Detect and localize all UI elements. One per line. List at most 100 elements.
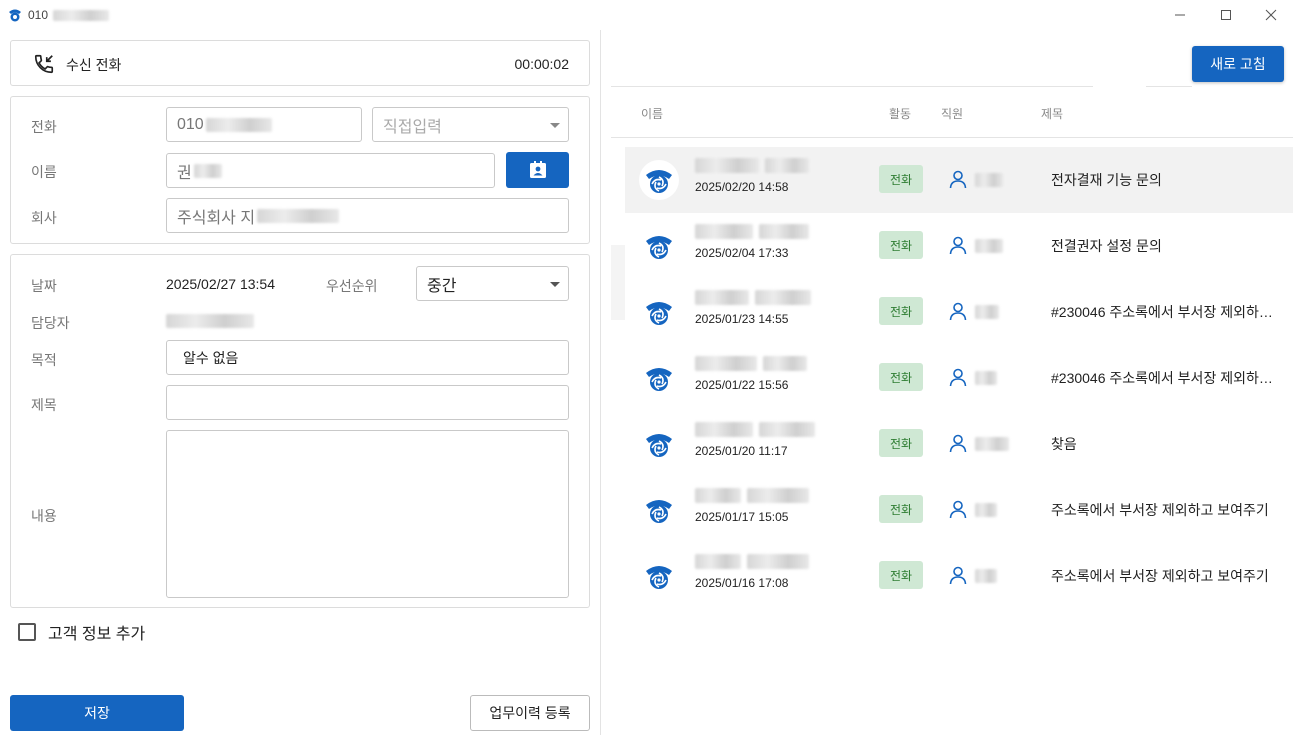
history-row-staff	[975, 369, 997, 386]
history-row-staff	[975, 501, 997, 518]
history-row-subject: 주소록에서 부서장 제외하고 보여주기	[1051, 568, 1269, 584]
phone-type-select[interactable]: 직접입력	[372, 107, 569, 142]
call-status-card: 수신 전화 00:00:02	[10, 40, 590, 86]
incoming-call-icon	[34, 54, 54, 74]
date-label: 날짜	[31, 278, 57, 294]
company-logo-icon	[639, 226, 679, 266]
name-input[interactable]: 권	[166, 153, 495, 188]
refresh-button[interactable]: 새로 고침	[1192, 46, 1284, 82]
company-logo-icon	[639, 490, 679, 530]
column-header-subject: 제목	[1041, 107, 1064, 121]
history-row[interactable]: 2025/01/20 11:17 전화 찾음	[625, 411, 1293, 477]
call-type-label: 수신 전화	[66, 57, 122, 73]
history-row[interactable]: 2025/01/22 15:56 전화 #230046 주소록에서 부서장 제외하고…	[625, 345, 1293, 411]
name-label: 이름	[31, 164, 57, 180]
save-button[interactable]: 저장	[10, 695, 184, 731]
title-bar: 010	[0, 0, 1293, 30]
company-logo-icon	[639, 358, 679, 398]
company-logo-icon	[639, 160, 679, 200]
history-row-date: 2025/02/04 17:33	[695, 246, 789, 260]
contact-card-icon	[529, 161, 546, 178]
priority-label: 우선순위	[326, 278, 378, 294]
activity-badge: 전화	[879, 231, 923, 259]
person-icon	[948, 565, 968, 588]
phone-label: 전화	[31, 119, 57, 135]
activity-badge: 전화	[879, 165, 923, 193]
tab-underline-2	[1146, 86, 1192, 87]
activity-badge: 전화	[879, 429, 923, 457]
subject-input[interactable]	[166, 385, 569, 420]
history-pane: 새로 고침 이름 활동 직원 제목 2025/02/20 14:58 전화 전자결재…	[601, 30, 1293, 735]
column-header-activity: 활동	[889, 107, 912, 121]
history-row-date: 2025/01/22 15:56	[695, 378, 789, 392]
activity-badge: 전화	[879, 297, 923, 325]
date-value: 2025/02/27 13:54	[166, 276, 275, 292]
content-label: 내용	[31, 508, 57, 524]
history-row-staff	[975, 303, 999, 320]
purpose-input[interactable]: 알수 없음	[166, 340, 569, 375]
history-row-staff	[975, 567, 997, 584]
history-row-name	[695, 288, 811, 305]
minimize-icon[interactable]	[1157, 0, 1203, 30]
history-row-name	[695, 486, 809, 503]
history-row-subject: 전결권자 설정 문의	[1051, 238, 1162, 254]
history-row-subject: #230046 주소록에서 부서장 제외하고 보여주기	[1051, 370, 1277, 386]
content-textarea[interactable]	[166, 430, 569, 598]
history-row-subject: 주소록에서 부서장 제외하고 보여주기	[1051, 502, 1269, 518]
history-row[interactable]: 2025/01/23 14:55 전화 #230046 주소록에서 부서장 제외하고…	[625, 279, 1293, 345]
priority-select[interactable]: 중간	[416, 266, 569, 301]
history-row-date: 2025/02/20 14:58	[695, 180, 789, 194]
history-row[interactable]: 2025/02/20 14:58 전화 전자결재 기능 문의	[625, 147, 1293, 213]
purpose-label: 목적	[31, 352, 57, 368]
list-edge-stripe	[611, 245, 625, 320]
activity-badge: 전화	[879, 561, 923, 589]
add-customer-checkbox-row[interactable]: 고객 정보 추가	[18, 620, 145, 644]
person-icon	[948, 367, 968, 390]
person-icon	[948, 235, 968, 258]
history-row[interactable]: 2025/01/17 15:05 전화 주소록에서 부서장 제외하고 보여주기	[625, 477, 1293, 543]
window-title: 010	[28, 8, 110, 22]
chevron-down-icon	[550, 123, 560, 128]
history-row-subject: 전자결재 기능 문의	[1051, 172, 1162, 188]
history-row-subject: #230046 주소록에서 부서장 제외하고 보여주기	[1051, 304, 1277, 320]
add-customer-checkbox[interactable]	[18, 623, 36, 641]
history-row-staff	[975, 237, 1003, 254]
history-row[interactable]: 2025/02/04 17:33 전화 전결권자 설정 문의	[625, 213, 1293, 279]
history-row-name	[695, 354, 807, 371]
history-row-date: 2025/01/23 14:55	[695, 312, 789, 326]
call-details-card: 날짜 2025/02/27 13:54 우선순위 중간 담당자 목적 알수 없음…	[10, 254, 590, 608]
chevron-down-icon	[550, 282, 560, 287]
call-timer: 00:00:02	[514, 56, 570, 72]
maximize-icon[interactable]	[1203, 0, 1249, 30]
history-row[interactable]: 2025/01/16 17:08 전화 주소록에서 부서장 제외하고 보여주기	[625, 543, 1293, 609]
register-history-button[interactable]: 업무이력 등록	[470, 695, 590, 731]
call-form-pane: 수신 전화 00:00:02 전화 010 직접입력 이름 권 회사 주식회사 …	[0, 30, 600, 735]
company-label: 회사	[31, 210, 57, 226]
history-row-date: 2025/01/20 11:17	[695, 444, 788, 458]
history-row-name	[695, 552, 809, 569]
assignee-value	[166, 314, 254, 328]
assignee-label: 담당자	[31, 315, 70, 331]
person-icon	[948, 301, 968, 324]
close-icon[interactable]	[1248, 0, 1293, 30]
add-customer-label: 고객 정보 추가	[48, 626, 146, 643]
contact-lookup-button[interactable]	[506, 152, 569, 188]
person-icon	[948, 169, 968, 192]
history-row-name	[695, 420, 815, 437]
subject-label: 제목	[31, 397, 57, 413]
history-row-name	[695, 222, 809, 239]
header-divider	[611, 137, 1293, 138]
tab-underline	[611, 86, 1093, 87]
history-row-date: 2025/01/17 15:05	[695, 510, 789, 524]
column-header-staff: 직원	[941, 107, 964, 121]
customer-info-card: 전화 010 직접입력 이름 권 회사 주식회사 지	[10, 96, 590, 244]
phone-input[interactable]: 010	[166, 107, 362, 142]
history-row-staff	[975, 171, 1003, 188]
activity-badge: 전화	[879, 363, 923, 391]
history-row-staff	[975, 435, 1009, 452]
person-icon	[948, 499, 968, 522]
person-icon	[948, 433, 968, 456]
company-logo-icon	[639, 292, 679, 332]
activity-badge: 전화	[879, 495, 923, 523]
company-input[interactable]: 주식회사 지	[166, 198, 569, 233]
